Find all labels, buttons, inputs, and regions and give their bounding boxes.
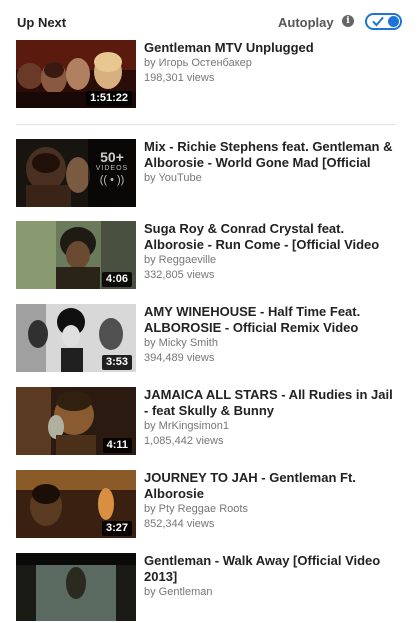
video-meta: Mix - Richie Stephens feat. Gentleman & A… xyxy=(144,139,394,186)
video-duration: 3:27 xyxy=(101,521,132,536)
video-title-line2: Alborosie - World Gone Mad [Official xyxy=(144,155,371,170)
video-thumbnail[interactable]: 50+ VIDEOS (( • )) xyxy=(16,139,136,207)
video-thumbnail[interactable]: 3:27 xyxy=(16,470,136,538)
video-thumbnail[interactable]: 3:53 xyxy=(16,304,136,372)
list-item[interactable]: 4:06 Suga Roy & Conrad Crystal feat. Albo… xyxy=(16,221,406,291)
video-channel: by Gentleman xyxy=(144,586,213,598)
up-next-video[interactable]: 1:51:22 Gentleman MTV Unplugged by Игорь… xyxy=(16,40,406,110)
info-icon[interactable]: i xyxy=(342,15,354,27)
video-title-line2: ALBOROSIE - Official Remix Video xyxy=(144,320,359,335)
list-item[interactable]: 50+ VIDEOS (( • )) Mix - Richie Stephens… xyxy=(16,139,406,209)
video-meta: Suga Roy & Conrad Crystal feat. Alborosie… xyxy=(144,221,394,283)
video-title[interactable]: Mix - Richie Stephens feat. Gentleman & A… xyxy=(144,139,394,171)
broadcast-icon: (( • )) xyxy=(99,174,125,186)
video-views: 332,805 views xyxy=(144,269,215,281)
thumbnail-image xyxy=(16,553,136,621)
video-views: 1,085,442 views xyxy=(144,435,224,447)
video-channel: by Reggaeville xyxy=(144,254,217,266)
video-channel: by Micky Smith xyxy=(144,337,218,349)
video-thumbnail[interactable]: 1:51:22 xyxy=(16,40,136,108)
check-icon xyxy=(372,16,384,27)
autoplay-toggle[interactable] xyxy=(365,13,402,30)
mix-label: VIDEOS xyxy=(95,165,129,172)
video-views: 394,489 views xyxy=(144,352,215,364)
video-channel: by Игорь Остенбакер xyxy=(144,57,252,69)
video-views: 198,301 views xyxy=(144,72,215,84)
video-thumbnail[interactable]: 4:11 xyxy=(16,387,136,455)
video-thumbnail[interactable] xyxy=(16,553,136,621)
video-title[interactable]: JAMAICA ALL STARS - All Rudies in Jail - … xyxy=(144,387,394,419)
video-title[interactable]: Suga Roy & Conrad Crystal feat. Alborosie… xyxy=(144,221,394,253)
up-next-heading: Up Next xyxy=(17,15,67,30)
video-title-line2: Alborosie xyxy=(144,486,204,501)
video-channel: by Pty Reggae Roots xyxy=(144,503,248,515)
video-title-line2: - feat Skully & Bunny xyxy=(144,403,275,418)
video-duration: 4:06 xyxy=(101,272,132,287)
video-thumbnail[interactable]: 4:06 xyxy=(16,221,136,289)
video-title[interactable]: Gentleman MTV Unplugged xyxy=(144,40,394,56)
divider xyxy=(16,124,396,125)
list-item[interactable]: Gentleman - Walk Away [Official Video 201… xyxy=(16,553,406,623)
video-title[interactable]: Gentleman - Walk Away [Official Video 201… xyxy=(144,553,394,585)
video-title-line1: Mix - Richie Stephens feat. Gentleman & xyxy=(144,139,393,154)
video-title-line2: Alborosie - Run Come - [Official Video xyxy=(144,237,380,252)
video-meta: AMY WINEHOUSE - Half Time Feat. ALBOROSIE… xyxy=(144,304,394,366)
video-meta: JOURNEY TO JAH - Gentleman Ft. Alborosie … xyxy=(144,470,394,532)
list-item[interactable]: 3:27 JOURNEY TO JAH - Gentleman Ft. Albor… xyxy=(16,470,406,540)
video-meta: JAMAICA ALL STARS - All Rudies in Jail - … xyxy=(144,387,394,449)
mix-count: 50+ xyxy=(100,149,124,165)
video-duration: 3:53 xyxy=(101,355,132,370)
video-views: 852,344 views xyxy=(144,518,215,530)
video-title[interactable]: JOURNEY TO JAH - Gentleman Ft. Alborosie xyxy=(144,470,394,502)
mix-overlay: 50+ VIDEOS (( • )) xyxy=(88,139,136,207)
video-channel: by MrKingsimon1 xyxy=(144,420,229,432)
video-duration: 4:11 xyxy=(102,438,132,453)
video-title-line1: Suga Roy & Conrad Crystal feat. xyxy=(144,221,345,236)
video-meta: Gentleman - Walk Away [Official Video 201… xyxy=(144,553,394,600)
video-title-line1: JAMAICA ALL STARS - All Rudies in Jail xyxy=(144,387,393,402)
list-item[interactable]: 4:11 JAMAICA ALL STARS - All Rudies in J… xyxy=(16,387,406,457)
toggle-knob xyxy=(388,16,399,27)
autoplay-label: Autoplay xyxy=(278,15,334,30)
video-title-line1: JOURNEY TO JAH - Gentleman Ft. xyxy=(144,470,356,485)
video-title-line1: AMY WINEHOUSE - Half Time Feat. xyxy=(144,304,361,319)
up-next-header: Up Next Autoplay i xyxy=(0,0,417,40)
video-title-line1: Gentleman - Walk Away [Official Video xyxy=(144,553,381,568)
video-title-line2: 2013] xyxy=(144,569,178,584)
video-channel: by YouTube xyxy=(144,172,202,184)
video-title[interactable]: AMY WINEHOUSE - Half Time Feat. ALBOROSIE… xyxy=(144,304,394,336)
video-duration: 1:51:22 xyxy=(86,91,132,106)
list-item[interactable]: 3:53 AMY WINEHOUSE - Half Time Feat. ALBO… xyxy=(16,304,406,374)
video-meta: Gentleman MTV Unplugged by Игорь Остенба… xyxy=(144,40,394,86)
